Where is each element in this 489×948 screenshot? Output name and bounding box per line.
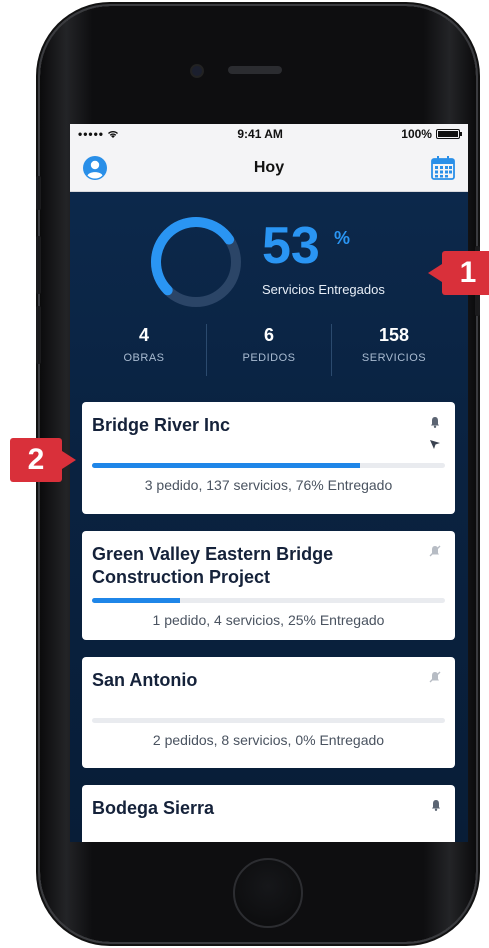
project-summary: 1 pedido, 4 servicios, 25% Entregado [152, 612, 385, 628]
counters-row: 4 OBRAS 6 PEDIDOS 158 SERVICIOS [82, 324, 456, 376]
front-camera [190, 64, 204, 78]
project-card-bodega-sierra[interactable]: Bodega Sierra [82, 785, 455, 842]
project-card-green-valley[interactable]: Green Valley Eastern Bridge Construction… [82, 531, 455, 640]
counter-value: 6 [263, 325, 274, 345]
counter-pedidos[interactable]: 6 PEDIDOS [206, 324, 331, 376]
signal-area: ••••• [78, 127, 119, 141]
annotation-badge-1: 1 [428, 251, 489, 295]
bell-off-icon[interactable] [429, 671, 441, 683]
calendar-icon[interactable] [430, 155, 456, 181]
project-card-bridge-river[interactable]: Bridge River Inc 3 pedido, 137 servicios… [82, 402, 455, 514]
delivered-percent: 53 [262, 217, 320, 275]
page-title: Hoy [253, 158, 285, 176]
wifi-icon [108, 131, 118, 138]
project-summary: 3 pedido, 137 servicios, 76% Entregado [144, 477, 393, 493]
card-icons [429, 545, 441, 557]
counter-value: 158 [378, 325, 410, 345]
bell-off-icon[interactable] [429, 545, 441, 557]
counter-servicios[interactable]: 158 SERVICIOS [331, 324, 456, 376]
summary-panel: 53 % Servicios Entregados 4 OBRAS 6 PEDI… [70, 192, 468, 388]
status-time: 9:41 AM [237, 127, 283, 141]
card-icons [429, 416, 441, 450]
user-icon[interactable] [82, 155, 108, 181]
project-summary: 2 pedidos, 8 servicios, 0% Entregado [152, 732, 385, 748]
earpiece-speaker [228, 66, 282, 74]
battery-percent: 100% [401, 127, 432, 141]
navigation-icon[interactable] [429, 438, 441, 450]
signal-dots: ••••• [78, 127, 105, 141]
battery-area: 100% [401, 127, 462, 141]
project-list: Bridge River Inc 3 pedido, 137 servicios… [82, 402, 455, 842]
progress-ring [151, 217, 241, 307]
bell-icon[interactable] [430, 416, 440, 428]
bell-icon[interactable] [431, 799, 441, 811]
card-icons [429, 671, 441, 683]
project-title: Bridge River Inc [92, 415, 231, 435]
project-card-san-antonio[interactable]: San Antonio 2 pedidos, 8 servicios, 0% E… [82, 657, 455, 768]
battery-icon [435, 129, 462, 139]
counter-label: OBRAS [123, 352, 165, 364]
nav-bar: Hoy [70, 144, 468, 192]
counter-label: SERVICIOS [361, 352, 427, 364]
volume-down-button [36, 306, 41, 364]
annotation-badge-2: 2 [10, 438, 76, 482]
counter-obras[interactable]: 4 OBRAS [82, 324, 206, 376]
mute-switch [36, 176, 41, 210]
project-title: Bodega Sierra [92, 798, 215, 818]
project-title: Green Valley Eastern Bridge Construction… [92, 544, 334, 587]
card-icons [431, 799, 441, 811]
project-title: San Antonio [92, 670, 198, 690]
delivered-label: Servicios Entregados [262, 282, 385, 297]
home-button[interactable] [233, 858, 303, 928]
volume-up-button [36, 236, 41, 294]
percent-sign: % [334, 228, 351, 248]
app-screen: ••••• 9:41 AM 100% Hoy 53 % Servicios En… [70, 124, 468, 842]
counter-label: PEDIDOS [242, 352, 296, 364]
counter-value: 4 [138, 325, 149, 345]
status-bar: ••••• 9:41 AM 100% [70, 124, 468, 144]
